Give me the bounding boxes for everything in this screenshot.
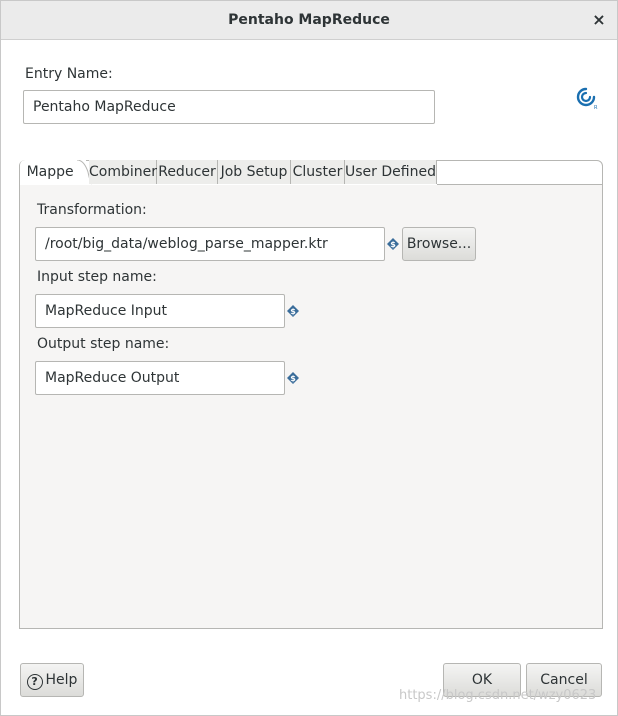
tab-reducer[interactable]: Reducer	[157, 160, 218, 184]
tab-label: Mapper	[26, 164, 80, 180]
variable-diamond-icon[interactable]: $	[287, 305, 299, 317]
help-icon: ?	[26, 674, 43, 690]
dialog-body: Entry Name: R Mapper Combiner Reducer	[1, 40, 617, 715]
tab-strip-baseline	[437, 184, 603, 185]
help-label: Help	[45, 672, 78, 688]
transformation-label: Transformation:	[37, 202, 147, 218]
logo-mark: R	[594, 105, 598, 111]
input-step-input[interactable]	[35, 294, 285, 328]
tab-combiner[interactable]: Combiner	[89, 160, 157, 184]
help-button[interactable]: ? Help	[20, 663, 84, 697]
svg-text:$: $	[290, 307, 296, 316]
tab-label: Combiner	[89, 164, 157, 180]
entry-name-input[interactable]	[23, 90, 435, 124]
title-bar[interactable]: Pentaho MapReduce ×	[1, 1, 617, 40]
watermark: https://blog.csdn.net/wzy0623	[399, 688, 597, 703]
svg-text:$: $	[290, 374, 296, 383]
window-title: Pentaho MapReduce	[228, 12, 390, 28]
pentaho-spiral-icon: R	[576, 87, 598, 111]
input-step-label: Input step name:	[37, 269, 157, 285]
tab-label: Reducer	[158, 164, 216, 180]
output-step-label: Output step name:	[37, 336, 170, 352]
dialog-window: Pentaho MapReduce × Entry Name: R Mapper…	[0, 0, 618, 716]
tab-label: User Defined	[345, 164, 436, 180]
tab-label: Job Setup	[220, 164, 288, 180]
entry-name-label: Entry Name:	[25, 66, 113, 82]
svg-text:$: $	[390, 240, 396, 249]
tab-cluster[interactable]: Cluster	[291, 160, 345, 184]
transformation-input[interactable]	[35, 227, 385, 261]
variable-diamond-icon[interactable]: $	[287, 372, 299, 384]
close-button[interactable]: ×	[589, 10, 609, 30]
browse-button[interactable]: Browse...	[402, 227, 476, 261]
tab-label: Cluster	[292, 164, 343, 180]
tab-job-setup[interactable]: Job Setup	[218, 160, 291, 184]
close-icon: ×	[592, 10, 606, 29]
variable-diamond-icon[interactable]: $	[387, 238, 399, 250]
output-step-input[interactable]	[35, 361, 285, 395]
tab-user-defined[interactable]: User Defined	[345, 160, 437, 184]
